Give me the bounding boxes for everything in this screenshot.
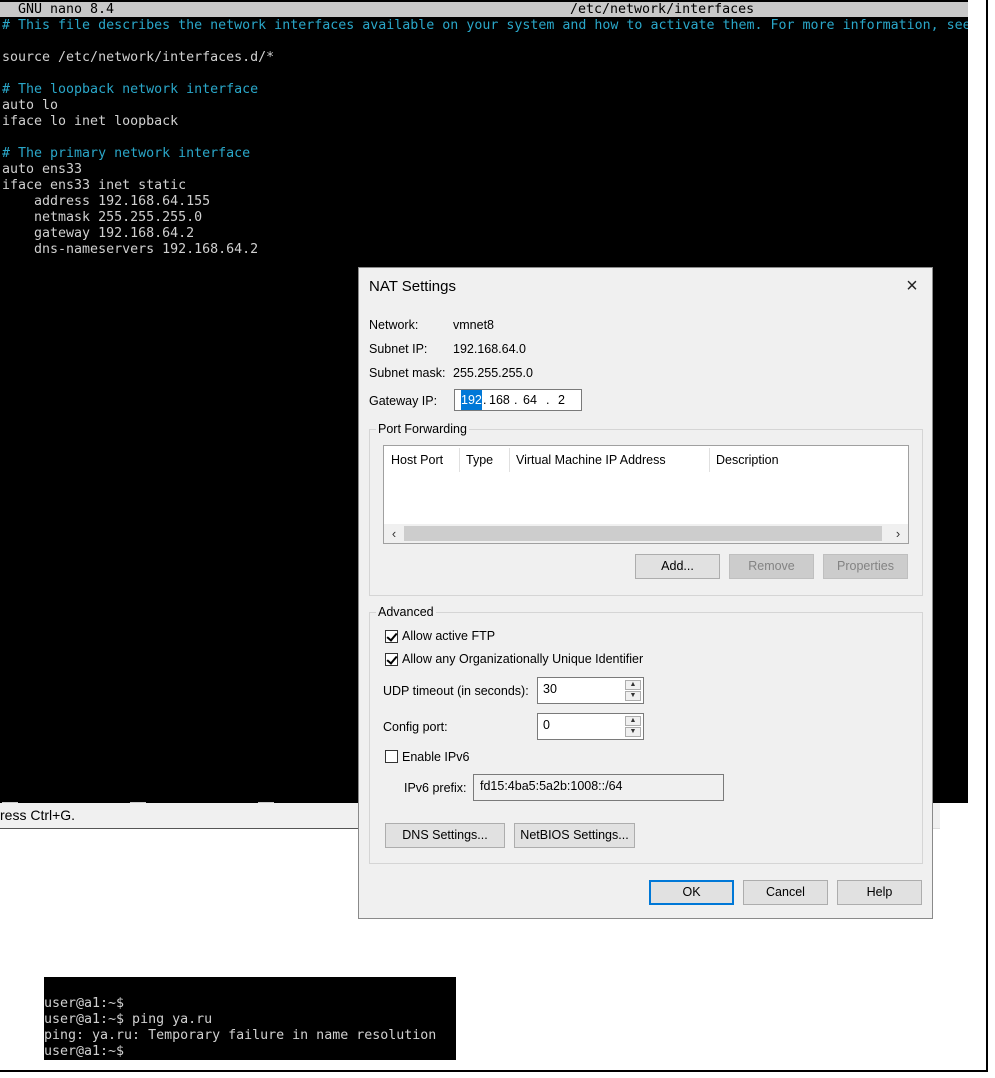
port-forwarding-legend: Port Forwarding <box>378 422 467 436</box>
column-host-port[interactable]: Host Port <box>391 453 443 467</box>
subnet-ip-value: 192.168.64.0 <box>453 342 526 356</box>
cancel-button[interactable]: Cancel <box>743 880 828 905</box>
udp-timeout-value[interactable]: 30 <box>543 682 557 696</box>
right-border <box>986 0 988 1072</box>
octet-separator: . <box>514 393 518 407</box>
column-type[interactable]: Type <box>466 453 493 467</box>
column-divider <box>709 448 710 472</box>
config-port-spinner[interactable]: 0 ▲ ▼ <box>537 713 644 740</box>
code-line: auto lo <box>2 98 59 113</box>
config-port-label: Config port: <box>383 720 448 734</box>
terminal-output: user@a1:~$ user@a1:~$ ping ya.ru ping: ya.… <box>44 996 436 1060</box>
nano-title-bar: GNU nano 8.4 /etc/network/interfaces <box>0 2 968 17</box>
dns-settings-button[interactable]: DNS Settings... <box>385 823 505 848</box>
help-button[interactable]: Help <box>837 880 922 905</box>
spin-up-icon[interactable]: ▲ <box>625 680 641 690</box>
port-forwarding-table[interactable]: Host Port Type Virtual Machine IP Addres… <box>383 445 909 544</box>
netbios-settings-button[interactable]: NetBIOS Settings... <box>514 823 635 848</box>
check-icon <box>386 653 398 665</box>
comment-line: # The primary network interface <box>2 146 251 161</box>
allow-oui-checkbox[interactable] <box>385 653 398 666</box>
ipv6-prefix-input[interactable]: fd15:4ba5:5a2b:1008::/64 <box>473 774 724 801</box>
dialog-title: NAT Settings <box>369 278 456 295</box>
properties-button[interactable]: Properties <box>823 554 908 579</box>
column-vm-ip[interactable]: Virtual Machine IP Address <box>516 453 666 467</box>
column-description[interactable]: Description <box>716 453 779 467</box>
code-line: auto ens33 <box>2 162 83 177</box>
code-line: dns-nameservers 192.168.64.2 <box>2 242 259 257</box>
gateway-octet-1[interactable]: 192 <box>461 390 482 410</box>
check-icon <box>386 630 398 642</box>
udp-timeout-spinner[interactable]: 30 ▲ ▼ <box>537 677 644 704</box>
spin-up-icon[interactable]: ▲ <box>625 716 641 726</box>
code-line: iface lo inet loopback <box>2 114 179 129</box>
network-label: Network: <box>369 318 419 332</box>
advanced-legend: Advanced <box>378 605 434 619</box>
column-divider <box>509 448 510 472</box>
octet-separator: . <box>546 393 550 407</box>
gateway-octet-4[interactable]: 2 <box>558 390 565 410</box>
column-divider <box>459 448 460 472</box>
terminal-window[interactable]: user@a1:~$ user@a1:~$ ping ya.ru ping: ya.… <box>44 977 456 1060</box>
ipv6-prefix-label: IPv6 prefix: <box>404 781 467 795</box>
network-value: vmnet8 <box>453 318 494 332</box>
enable-ipv6-label[interactable]: Enable IPv6 <box>402 750 469 764</box>
close-icon[interactable]: × <box>900 274 924 298</box>
allow-oui-label[interactable]: Allow any Organizationally Unique Identi… <box>402 652 643 666</box>
nano-text-buffer[interactable]: # This file describes the network interf… <box>2 18 968 258</box>
code-line: source /etc/network/interfaces.d/* <box>2 50 275 65</box>
code-line: netmask 255.255.255.0 <box>2 210 203 225</box>
comment-line: # This file describes the network interf… <box>2 18 968 33</box>
config-port-value[interactable]: 0 <box>543 718 550 732</box>
terminal-line: ping: ya.ru: Temporary failure in name r… <box>44 1028 437 1043</box>
gateway-octet-2[interactable]: 168 <box>489 390 510 410</box>
terminal-line: user@a1:~$ <box>44 1044 125 1059</box>
bottom-border <box>0 1070 988 1072</box>
spin-down-icon[interactable]: ▼ <box>625 727 641 737</box>
subnet-ip-label: Subnet IP: <box>369 342 428 356</box>
comment-line: # The loopback network interface <box>2 82 259 97</box>
nat-settings-dialog: NAT Settings × Network: vmnet8 Subnet IP… <box>358 267 933 919</box>
subnet-mask-value: 255.255.255.0 <box>453 366 533 380</box>
allow-ftp-label[interactable]: Allow active FTP <box>402 629 495 643</box>
enable-ipv6-checkbox[interactable] <box>385 750 398 763</box>
gateway-ip-label: Gateway IP: <box>369 394 438 408</box>
octet-separator: . <box>483 393 487 407</box>
terminal-line: user@a1:~$ <box>44 996 125 1011</box>
allow-ftp-checkbox[interactable] <box>385 630 398 643</box>
gateway-ip-input[interactable]: 192 . 168 . 64 . 2 <box>454 389 582 411</box>
code-line: iface ens33 inet static <box>2 178 187 193</box>
subnet-mask-label: Subnet mask: <box>369 366 446 380</box>
gateway-octet-3[interactable]: 64 <box>523 390 537 410</box>
udp-timeout-label: UDP timeout (in seconds): <box>383 684 529 698</box>
terminal-line: user@a1:~$ ping ya.ru <box>44 1012 213 1027</box>
scroll-right-icon[interactable]: › <box>890 525 906 542</box>
code-line: gateway 192.168.64.2 <box>2 226 195 241</box>
add-button[interactable]: Add... <box>635 554 720 579</box>
spin-down-icon[interactable]: ▼ <box>625 691 641 701</box>
remove-button[interactable]: Remove <box>729 554 814 579</box>
code-line: address 192.168.64.155 <box>2 194 211 209</box>
horizontal-scrollbar[interactable]: ‹ › <box>384 524 908 543</box>
nano-filename: /etc/network/interfaces <box>570 2 755 17</box>
ok-button[interactable]: OK <box>649 880 734 905</box>
scroll-left-icon[interactable]: ‹ <box>386 525 402 542</box>
scroll-thumb[interactable] <box>404 526 882 541</box>
nano-app-name: GNU nano 8.4 <box>18 2 115 17</box>
divider <box>0 828 358 829</box>
table-header: Host Port Type Virtual Machine IP Addres… <box>384 446 908 474</box>
status-text: ress Ctrl+G. <box>0 807 76 823</box>
